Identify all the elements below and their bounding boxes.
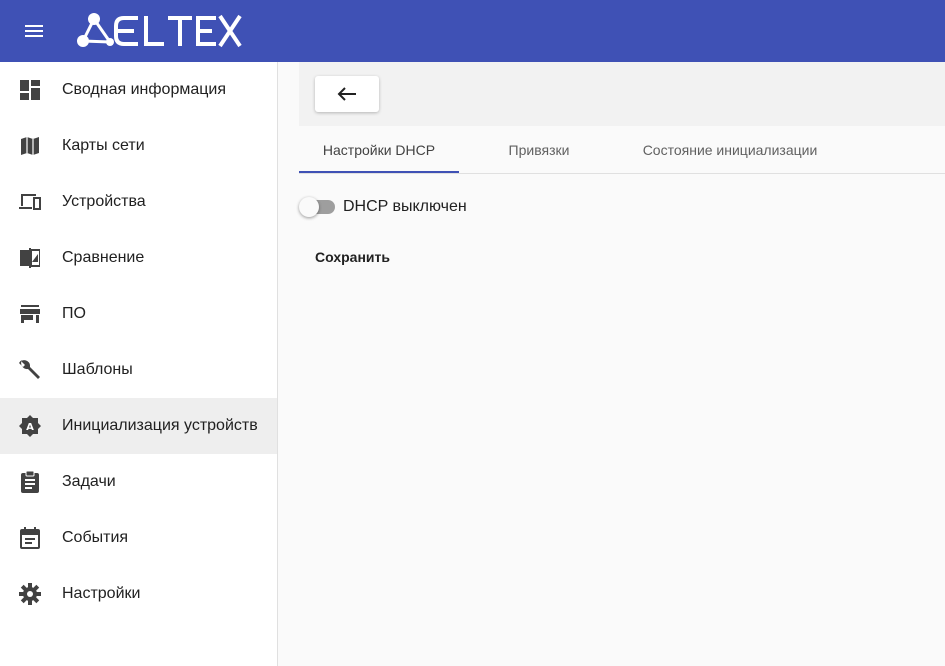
sidebar-item-templates[interactable]: Шаблоны	[0, 342, 277, 398]
dhcp-toggle[interactable]: DHCP выключен	[299, 195, 467, 219]
store-icon	[18, 302, 42, 326]
arrow-back-icon	[337, 87, 356, 101]
map-icon	[18, 134, 42, 158]
back-button[interactable]	[315, 76, 379, 112]
back-toolbar	[299, 62, 945, 126]
devices-icon	[18, 190, 42, 214]
eltex-logo	[77, 13, 242, 48]
svg-text:A: A	[26, 422, 34, 433]
auto-init-icon: A	[18, 414, 42, 438]
sidebar-item-label: Сводная информация	[62, 81, 226, 98]
sidebar-item-settings[interactable]: Настройки	[0, 566, 277, 622]
menu-icon	[25, 25, 43, 37]
sidebar-item-compare[interactable]: Сравнение	[0, 230, 277, 286]
save-button[interactable]: Сохранить	[307, 242, 398, 272]
compare-icon	[18, 246, 42, 270]
active-tab-indicator	[299, 171, 459, 173]
top-app-bar	[0, 0, 945, 62]
sidebar-item-label: Карты сети	[62, 137, 145, 154]
tab-bindings[interactable]: Привязки	[459, 126, 619, 174]
switch-thumb	[299, 197, 319, 217]
sidebar-item-label: Шаблоны	[62, 361, 133, 378]
sidebar-item-dashboard[interactable]: Сводная информация	[0, 62, 277, 118]
sidebar-item-label: Устройства	[62, 193, 146, 210]
menu-button[interactable]	[18, 19, 50, 43]
main-content: Настройки DHCP Привязки Состояние инициа…	[279, 62, 945, 666]
tab-label: Настройки DHCP	[322, 142, 436, 158]
wrench-icon	[18, 358, 42, 382]
assignment-icon	[18, 470, 42, 494]
event-icon	[18, 526, 42, 550]
sidebar-item-label: Сравнение	[62, 249, 145, 266]
sidebar-item-device-init[interactable]: A Инициализация устройств	[0, 398, 277, 454]
gear-icon	[18, 582, 42, 606]
tab-label: Привязки	[508, 142, 570, 158]
sidebar-item-label: События	[62, 529, 129, 546]
tab-label: Состояние инициализации	[642, 142, 818, 158]
sidebar-item-software[interactable]: ПО	[0, 286, 277, 342]
sidebar-item-devices[interactable]: Устройства	[0, 174, 277, 230]
tab-dhcp-settings[interactable]: Настройки DHCP	[299, 126, 459, 174]
sidebar-item-label: Задачи	[62, 473, 116, 490]
tab-bar: Настройки DHCP Привязки Состояние инициа…	[299, 126, 945, 174]
sidebar-item-events[interactable]: События	[0, 510, 277, 566]
sidebar-item-label: Инициализация устройств	[62, 417, 258, 434]
tab-init-status[interactable]: Состояние инициализации	[619, 126, 841, 174]
sidebar-item-label: ПО	[62, 305, 86, 322]
sidebar-item-label: Настройки	[62, 585, 141, 602]
dhcp-toggle-label: DHCP выключен	[343, 198, 467, 215]
dashboard-icon	[18, 78, 42, 102]
dhcp-switch[interactable]	[299, 197, 335, 217]
sidebar-item-network-maps[interactable]: Карты сети	[0, 118, 277, 174]
sidebar-item-tasks[interactable]: Задачи	[0, 454, 277, 510]
sidebar: Сводная информация Карты сети Устройства	[0, 62, 278, 666]
